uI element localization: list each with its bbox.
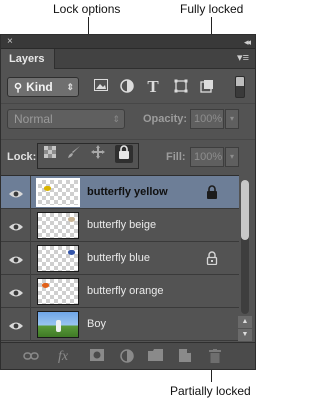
opacity-field[interactable]: 100% xyxy=(190,109,224,129)
butterfly-mark xyxy=(44,186,51,191)
select-arrows-icon: ⇕ xyxy=(112,114,120,124)
panel-tab-bar: Layers ▾≡ xyxy=(1,49,255,69)
layer-effects-icon[interactable]: fx xyxy=(55,349,71,365)
scroll-down-button[interactable]: ▼ xyxy=(238,329,252,341)
butterfly-mark xyxy=(68,217,75,222)
layer-row[interactable]: butterfly orange xyxy=(1,275,239,308)
layer-row[interactable]: butterfly beige xyxy=(1,209,239,242)
delete-layer-icon[interactable] xyxy=(207,349,223,365)
new-layer-icon[interactable] xyxy=(177,349,193,365)
visibility-toggle[interactable] xyxy=(1,275,31,308)
layer-thumbnail[interactable] xyxy=(36,178,80,207)
layers-list: butterfly yellow butterfly beige butterfly… xyxy=(1,175,239,342)
visibility-toggle[interactable] xyxy=(1,209,31,242)
partial-lock-icon xyxy=(206,251,220,267)
select-arrows-icon: ⇕ xyxy=(66,82,74,92)
layer-thumbnail[interactable] xyxy=(37,311,79,338)
panel-title-strip: × ◂◂ xyxy=(1,35,255,49)
butterfly-mark xyxy=(42,283,49,288)
layer-filter-row: ⚲ Kind ⇕ T xyxy=(1,71,255,101)
new-group-icon[interactable] xyxy=(147,349,163,365)
layer-name: Boy xyxy=(87,318,106,330)
scrollbar-thumb[interactable] xyxy=(241,180,249,240)
butterfly-mark xyxy=(68,250,75,255)
layer-name: butterfly beige xyxy=(87,219,157,231)
blend-mode-value: Normal xyxy=(14,112,53,126)
eye-icon xyxy=(9,186,23,198)
layer-name: butterfly yellow xyxy=(87,186,168,198)
visibility-toggle[interactable] xyxy=(1,242,31,275)
fill-label: Fill: xyxy=(166,151,186,163)
layer-name: butterfly blue xyxy=(87,252,150,264)
layer-thumbnail[interactable] xyxy=(37,245,79,272)
shape-filter-icon[interactable] xyxy=(173,79,189,95)
layers-scrollbar[interactable]: ▲ ▼ xyxy=(238,176,252,341)
lock-label: Lock: xyxy=(7,151,37,163)
image-filter-icon[interactable] xyxy=(93,79,109,95)
eye-icon xyxy=(9,219,23,231)
link-layers-icon[interactable] xyxy=(23,349,39,365)
fill-field[interactable]: 100% xyxy=(190,147,224,167)
callout-fully-locked: Fully locked xyxy=(180,2,244,16)
layers-bottom-toolbar: fx xyxy=(1,342,255,369)
lock-position-icon[interactable] xyxy=(89,145,107,163)
lock-image-pixels-icon[interactable] xyxy=(65,145,83,163)
layer-name: butterfly orange xyxy=(87,285,164,297)
eye-icon xyxy=(9,285,23,297)
tab-layers[interactable]: Layers xyxy=(1,49,55,69)
blend-mode-select[interactable]: Normal ⇕ xyxy=(7,109,125,129)
lock-row: Lock: Fill: 100% ▾ xyxy=(1,139,255,173)
callout-partially-locked: Partially locked xyxy=(170,384,251,398)
eye-icon xyxy=(9,252,23,264)
smart-object-filter-icon[interactable] xyxy=(199,79,215,95)
layer-thumbnail[interactable] xyxy=(37,278,79,305)
search-icon: ⚲ xyxy=(14,82,23,94)
filter-toggle-switch[interactable] xyxy=(235,76,245,98)
opacity-label: Opacity: xyxy=(143,113,188,125)
panel-menu-button[interactable]: ▾≡ xyxy=(231,51,249,65)
layer-thumbnail[interactable] xyxy=(37,212,79,239)
close-panel-button[interactable]: × xyxy=(7,35,13,49)
lock-all-icon[interactable] xyxy=(115,145,133,163)
type-filter-icon[interactable]: T xyxy=(145,78,161,95)
lock-transparent-pixels-icon[interactable] xyxy=(41,145,59,163)
full-lock-icon xyxy=(206,185,220,201)
layers-panel: × ◂◂ Layers ▾≡ ⚲ Kind ⇕ T Normal ⇕ Opaci… xyxy=(0,34,256,370)
adjustment-filter-icon[interactable] xyxy=(119,79,135,95)
adjustment-layer-icon[interactable] xyxy=(119,349,135,365)
add-mask-icon[interactable] xyxy=(89,349,105,365)
layer-row[interactable]: butterfly yellow xyxy=(1,176,239,209)
eye-icon xyxy=(9,318,23,330)
collapse-panel-button[interactable]: ◂◂ xyxy=(244,35,251,49)
visibility-toggle[interactable] xyxy=(1,176,31,209)
fill-dropdown-button[interactable]: ▾ xyxy=(225,147,239,167)
callout-lock-options: Lock options xyxy=(53,2,121,16)
blend-row: Normal ⇕ Opacity: 100% ▾ xyxy=(1,103,255,133)
layer-row[interactable]: Boy xyxy=(1,308,239,341)
filter-kind-select[interactable]: ⚲ Kind ⇕ xyxy=(7,77,79,97)
scroll-up-button[interactable]: ▲ xyxy=(238,316,252,328)
filter-kind-label: Kind xyxy=(26,80,53,94)
layer-row[interactable]: butterfly blue xyxy=(1,242,239,275)
opacity-dropdown-button[interactable]: ▾ xyxy=(225,109,239,129)
boy-figure xyxy=(56,320,61,332)
visibility-toggle[interactable] xyxy=(1,308,31,341)
